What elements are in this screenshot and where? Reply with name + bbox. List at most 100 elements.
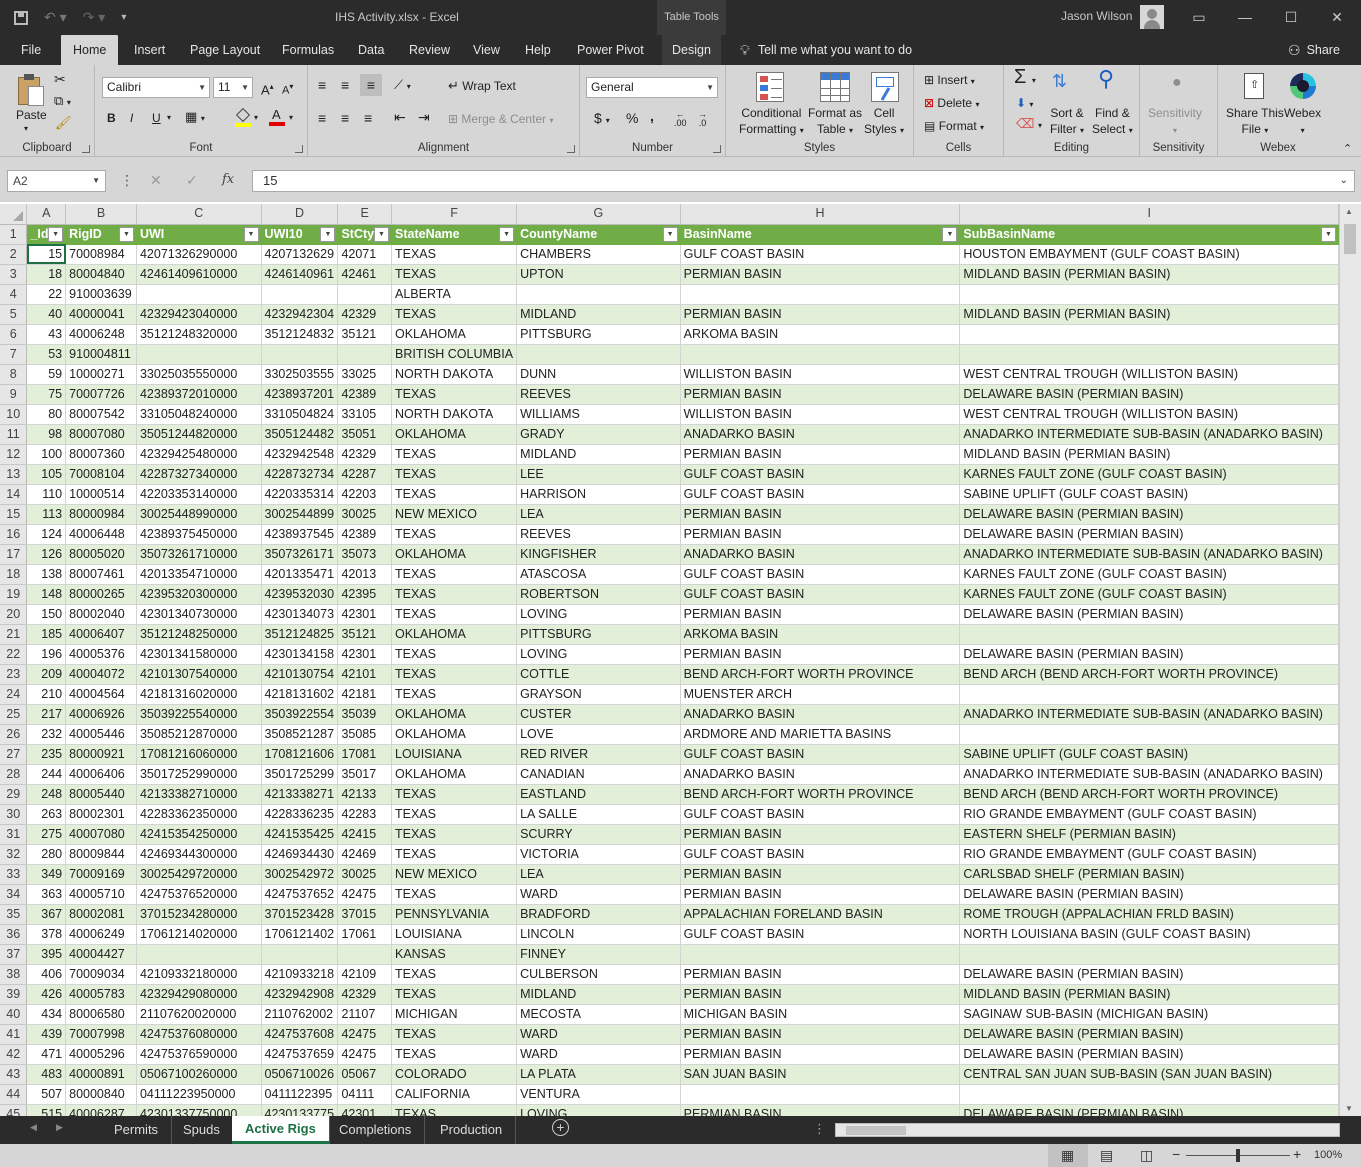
cell[interactable]: 4232942908 bbox=[261, 984, 339, 1005]
cell[interactable]: 3512124832 bbox=[261, 324, 339, 345]
cell[interactable]: 22 bbox=[26, 284, 67, 305]
cell[interactable]: 42389 bbox=[337, 384, 392, 405]
table-header-cell[interactable]: UWI10 ▼ bbox=[261, 224, 339, 245]
cell[interactable]: 235 bbox=[26, 744, 67, 765]
enter-icon[interactable]: ✓ bbox=[186, 172, 198, 189]
font-size-box[interactable]: 11 ▼ bbox=[213, 77, 253, 98]
cell[interactable]: 100 bbox=[26, 444, 67, 465]
prev-sheet-icon[interactable]: ◀ bbox=[30, 1122, 37, 1133]
cell[interactable]: 910003639 bbox=[65, 284, 137, 305]
cell[interactable]: 42329 bbox=[337, 304, 392, 325]
cell[interactable]: DELAWARE BASIN (PERMIAN BASIN) bbox=[959, 504, 1339, 525]
cell[interactable]: 70007998 bbox=[65, 1024, 137, 1045]
share-this-file-button[interactable]: Share This File ▾ bbox=[1226, 105, 1284, 139]
cell[interactable]: 43 bbox=[26, 324, 67, 345]
ribbon-display-options-icon[interactable]: ▭ bbox=[1176, 0, 1222, 35]
fill-icon[interactable]: ⬇ ▾ bbox=[1016, 95, 1033, 113]
zoom-out-icon[interactable]: − bbox=[1172, 1146, 1180, 1162]
row-header[interactable]: 43 bbox=[0, 1064, 28, 1085]
cell[interactable]: ANADARKO BASIN bbox=[680, 544, 961, 565]
cell[interactable]: MIDLAND BASIN (PERMIAN BASIN) bbox=[959, 304, 1339, 325]
cell[interactable]: 40006248 bbox=[65, 324, 137, 345]
cell[interactable]: LEE bbox=[516, 464, 681, 485]
cell[interactable]: COLORADO bbox=[391, 1064, 518, 1085]
cell[interactable]: 105 bbox=[26, 464, 67, 485]
cell[interactable]: BRITISH COLUMBIA bbox=[391, 344, 518, 365]
cell[interactable]: UPTON bbox=[516, 264, 681, 285]
cell[interactable]: 507 bbox=[26, 1084, 67, 1105]
worksheet-grid[interactable]: ABCDEFGHI 1 _Id ▼ RigID ▼ UWI ▼ UWI10 ▼ StCty ▼ St… bbox=[0, 204, 1339, 1116]
cell[interactable]: 40 bbox=[26, 304, 67, 325]
cell[interactable]: OKLAHOMA bbox=[391, 724, 518, 745]
row-header[interactable]: 42 bbox=[0, 1044, 28, 1065]
conditional-formatting-button[interactable]: Conditional Formatting ▾ bbox=[739, 105, 804, 139]
cell[interactable]: OKLAHOMA bbox=[391, 544, 518, 565]
horizontal-scroll-thumb[interactable] bbox=[846, 1126, 906, 1135]
cell[interactable]: 42071 bbox=[337, 244, 392, 265]
cell[interactable]: 4230133775 bbox=[261, 1104, 339, 1116]
cell[interactable]: PERMIAN BASIN bbox=[680, 964, 961, 985]
filter-dropdown-icon[interactable]: ▼ bbox=[942, 226, 958, 242]
cell[interactable]: 21107620020000 bbox=[136, 1004, 262, 1025]
cell[interactable]: 42181 bbox=[337, 684, 392, 705]
row-header[interactable]: 8 bbox=[0, 364, 28, 385]
filter-dropdown-icon[interactable]: ▼ bbox=[499, 226, 515, 242]
filter-dropdown-icon[interactable]: ▼ bbox=[662, 226, 678, 242]
cell[interactable]: 42203353140000 bbox=[136, 484, 262, 505]
cell[interactable]: LOUISIANA bbox=[391, 744, 518, 765]
row-header[interactable]: 23 bbox=[0, 664, 28, 685]
orientation-icon[interactable]: ⟋ ▾ bbox=[394, 77, 411, 95]
paste-icon[interactable] bbox=[16, 73, 46, 107]
cell[interactable]: 42475376520000 bbox=[136, 884, 262, 905]
number-launcher-icon[interactable] bbox=[713, 145, 721, 153]
cell[interactable]: 80007080 bbox=[65, 424, 137, 445]
minimize-icon[interactable]: — bbox=[1222, 0, 1268, 35]
cell[interactable]: REEVES bbox=[516, 524, 681, 545]
cell[interactable]: 42461409610000 bbox=[136, 264, 262, 285]
cell[interactable]: 30025429720000 bbox=[136, 864, 262, 885]
row-header[interactable]: 35 bbox=[0, 904, 28, 925]
cell[interactable]: 42283362350000 bbox=[136, 804, 262, 825]
cell[interactable]: 42469 bbox=[337, 844, 392, 865]
cell[interactable]: 70007726 bbox=[65, 384, 137, 405]
cell[interactable]: ATASCOSA bbox=[516, 564, 681, 585]
undo-icon[interactable]: ↶ ▾ bbox=[44, 9, 67, 26]
user-name[interactable]: Jason Wilson bbox=[1061, 9, 1132, 23]
cell[interactable]: WILLISTON BASIN bbox=[680, 404, 961, 425]
row-header[interactable]: 10 bbox=[0, 404, 28, 425]
cell[interactable]: 42475 bbox=[337, 1044, 392, 1065]
increase-font-icon[interactable]: A▴ bbox=[261, 79, 274, 98]
cell[interactable]: RIO GRANDE EMBAYMENT (GULF COAST BASIN) bbox=[959, 804, 1339, 825]
cell[interactable] bbox=[337, 944, 392, 965]
cell[interactable]: 80000984 bbox=[65, 504, 137, 525]
cell[interactable]: 42475 bbox=[337, 884, 392, 905]
cell[interactable]: CULBERSON bbox=[516, 964, 681, 985]
cell[interactable]: ANADARKO BASIN bbox=[680, 764, 961, 785]
cell[interactable]: 42301341580000 bbox=[136, 644, 262, 665]
cell[interactable]: BRADFORD bbox=[516, 904, 681, 925]
cell[interactable]: GULF COAST BASIN bbox=[680, 924, 961, 945]
cell[interactable]: 42101307540000 bbox=[136, 664, 262, 685]
tab-review[interactable]: Review bbox=[409, 35, 450, 65]
cell-styles-icon[interactable] bbox=[871, 72, 899, 102]
cell[interactable] bbox=[959, 624, 1339, 645]
cell[interactable]: OKLAHOMA bbox=[391, 324, 518, 345]
cell[interactable]: 3302503555 bbox=[261, 364, 339, 385]
cell[interactable]: TEXAS bbox=[391, 484, 518, 505]
cell[interactable]: ARKOMA BASIN bbox=[680, 324, 961, 345]
tab-view[interactable]: View bbox=[473, 35, 500, 65]
find-select-button[interactable]: Find & Select ▾ bbox=[1092, 105, 1133, 139]
row-header[interactable]: 4 bbox=[0, 284, 28, 305]
cell[interactable]: 33105048240000 bbox=[136, 404, 262, 425]
cell[interactable]: 10000271 bbox=[65, 364, 137, 385]
sensitivity-button[interactable]: Sensitivity ▾ bbox=[1148, 105, 1202, 139]
align-middle-icon[interactable]: ≡ bbox=[341, 77, 349, 93]
formula-input[interactable]: 15 ⌄ bbox=[252, 170, 1355, 192]
cell[interactable]: GRAYSON bbox=[516, 684, 681, 705]
cell[interactable]: 18 bbox=[26, 264, 67, 285]
cell[interactable]: SAN JUAN BASIN bbox=[680, 1064, 961, 1085]
cell[interactable]: 42109332180000 bbox=[136, 964, 262, 985]
cell[interactable]: 113 bbox=[26, 504, 67, 525]
cell[interactable]: 42301337750000 bbox=[136, 1104, 262, 1116]
cell[interactable]: 80007360 bbox=[65, 444, 137, 465]
